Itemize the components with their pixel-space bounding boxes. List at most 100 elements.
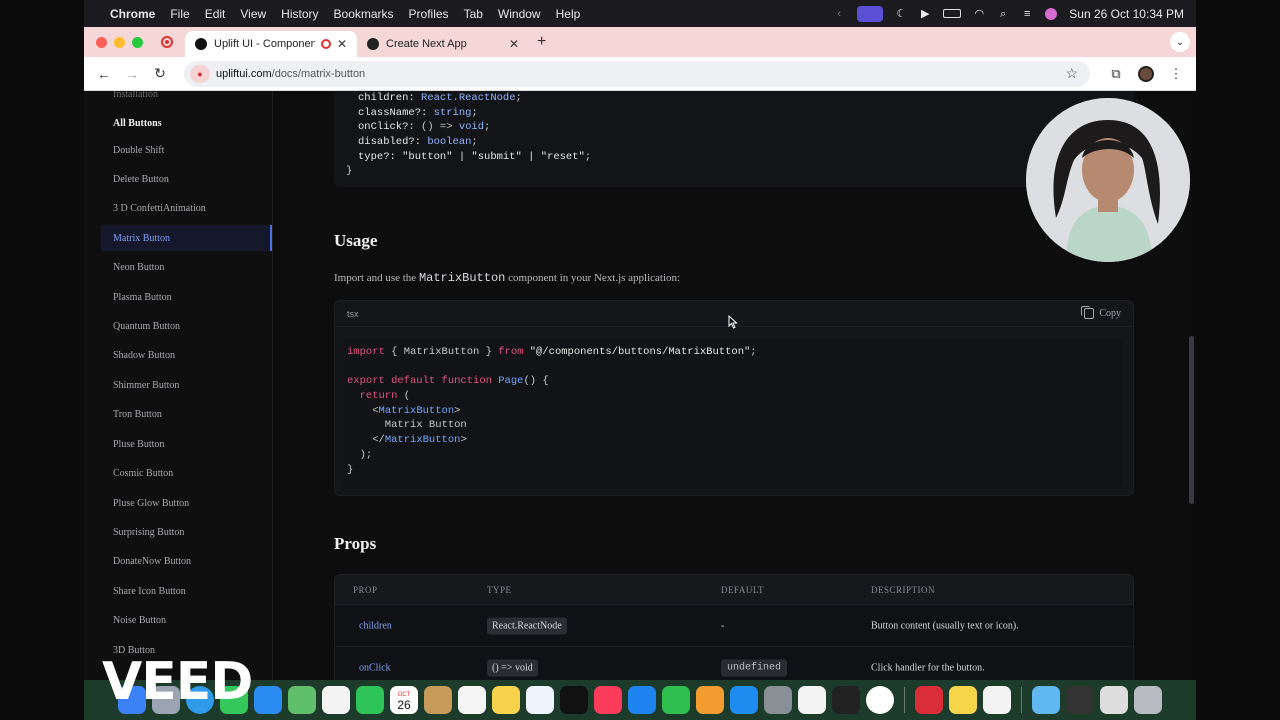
menu-edit[interactable]: Edit — [205, 7, 226, 21]
chevron-left-icon[interactable]: ‹ — [833, 8, 845, 20]
code-token: </ — [347, 434, 385, 447]
vscode-secondary-icon[interactable] — [983, 686, 1011, 714]
play-icon[interactable]: ▶ — [919, 8, 931, 20]
facetime-icon[interactable] — [356, 686, 384, 714]
recording-app-icon[interactable] — [915, 686, 943, 714]
sidebar-item-surprising-button[interactable]: Surprising Button — [101, 519, 272, 545]
numbers-icon[interactable] — [662, 686, 690, 714]
reload-button[interactable]: ↻ — [148, 62, 172, 86]
keynote-icon[interactable] — [628, 686, 656, 714]
extensions-icon[interactable]: ⧉ — [1104, 62, 1128, 86]
control-center-icon[interactable]: ≡ — [1021, 8, 1033, 20]
back-button[interactable]: ← — [92, 62, 116, 86]
menu-tab[interactable]: Tab — [464, 7, 483, 21]
tab-create-next-app[interactable]: Create Next App ✕ — [357, 31, 529, 57]
sidebar-item-pluse-button[interactable]: Pluse Button — [101, 431, 272, 457]
menu-file[interactable]: File — [170, 7, 189, 21]
code-token: ; — [471, 106, 478, 119]
tv-icon[interactable] — [560, 686, 588, 714]
sidebar-item-delete-button[interactable]: Delete Button — [101, 166, 272, 192]
notes-icon[interactable] — [492, 686, 520, 714]
chrome-icon[interactable] — [866, 686, 894, 714]
menu-history[interactable]: History — [281, 7, 318, 21]
sidebar-item-share-icon-button[interactable]: Share Icon Button — [101, 578, 272, 604]
code-line: <MatrixButton> — [347, 404, 1119, 419]
mail-icon[interactable] — [254, 686, 282, 714]
code-token: className?: — [358, 106, 434, 119]
siri-icon[interactable] — [1045, 7, 1058, 20]
code-token: string — [433, 106, 472, 119]
system-settings-icon[interactable] — [764, 686, 792, 714]
interface-code-lines: children: React.ReactNode; className?: st… — [346, 91, 1122, 179]
pages-icon[interactable] — [696, 686, 724, 714]
copy-button[interactable]: Copy — [1081, 306, 1121, 319]
menu-help[interactable]: Help — [556, 7, 581, 21]
bookmark-star-icon[interactable]: ☆ — [1065, 65, 1078, 82]
close-tab-icon[interactable]: ✕ — [509, 37, 519, 51]
sidebar-item-matrix-button[interactable]: Matrix Button — [101, 225, 272, 251]
app-store-icon[interactable] — [730, 686, 758, 714]
address-bar[interactable]: ● upliftui.com/docs/matrix-button ☆ — [184, 60, 1090, 87]
profile-avatar[interactable] — [1134, 62, 1158, 86]
sidebar-item-cosmic-button[interactable]: Cosmic Button — [101, 460, 272, 486]
sidebar-item-confetti-animation[interactable]: 3 D ConfettiAnimation — [101, 195, 272, 221]
code-token: } — [346, 165, 353, 178]
sidebar-item-installation[interactable]: Installation — [101, 91, 272, 107]
sidebar-item-shimmer-button[interactable]: Shimmer Button — [101, 372, 272, 398]
trash-icon[interactable] — [1134, 686, 1162, 714]
browser-tab-bar: Uplift UI - Component Lib ✕ Create Next … — [84, 27, 1196, 57]
tab-uplift-ui[interactable]: Uplift UI - Component Lib ✕ — [185, 31, 357, 57]
sidebar-item-quantum-button[interactable]: Quantum Button — [101, 313, 272, 339]
tab-search-chevron-icon[interactable]: ⌄ — [1170, 32, 1190, 52]
sidebar-item-pluse-glow-button[interactable]: Pluse Glow Button — [101, 490, 272, 516]
menu-view[interactable]: View — [240, 7, 266, 21]
vscode-icon[interactable] — [798, 686, 826, 714]
zoom-window-button[interactable] — [132, 36, 143, 48]
music-icon[interactable] — [594, 686, 622, 714]
photos-icon[interactable] — [322, 686, 350, 714]
folder-icon[interactable] — [1032, 686, 1060, 714]
prop-name: children — [359, 620, 392, 631]
screen-record-icon[interactable] — [857, 5, 884, 22]
copy-icon — [1081, 306, 1095, 319]
maps-icon[interactable] — [288, 686, 316, 714]
forward-button[interactable]: → — [120, 62, 144, 86]
menu-window[interactable]: Window — [498, 7, 541, 21]
reminders-icon[interactable] — [458, 686, 486, 714]
sidebar-item-neon-button[interactable]: Neon Button — [101, 254, 272, 280]
tips-icon[interactable] — [949, 686, 977, 714]
menu-clock[interactable]: Sun 26 Oct 10:34 PM — [1069, 7, 1184, 21]
battery-icon[interactable] — [943, 9, 962, 18]
sidebar-item-tron-button[interactable]: Tron Button — [101, 401, 272, 427]
sidebar-item-plasma-button[interactable]: Plasma Button — [101, 284, 272, 310]
calendar-icon[interactable]: OCT 26 — [390, 686, 418, 714]
code-token: "button" | "submit" | "reset" — [402, 150, 585, 163]
calendar-day: 26 — [397, 698, 411, 712]
wifi-icon[interactable]: ◠ — [973, 8, 985, 20]
menu-profiles[interactable]: Profiles — [409, 7, 449, 21]
close-tab-icon[interactable]: ✕ — [337, 37, 347, 51]
site-info-icon[interactable]: ● — [190, 64, 210, 83]
usage-code-body[interactable]: import { MatrixButton } from "@/componen… — [343, 339, 1123, 487]
sidebar-item-shadow-button[interactable]: Shadow Button — [101, 342, 272, 368]
search-icon[interactable]: ⌕ — [997, 8, 1009, 20]
usage-code-lines: import { MatrixButton } from "@/componen… — [347, 345, 1119, 477]
prop-default: - — [721, 620, 725, 631]
sidebar-item-noise-button[interactable]: Noise Button — [101, 607, 272, 633]
downloads-stack-icon[interactable] — [1066, 686, 1094, 714]
screenshot-stack-icon[interactable] — [1100, 686, 1128, 714]
sidebar-item-double-shift[interactable]: Double Shift — [101, 137, 272, 163]
more-menu-icon[interactable]: ⋮ — [1164, 62, 1188, 86]
sidebar-item-donatenow-button[interactable]: DonateNow Button — [101, 548, 272, 574]
page-scrollbar[interactable] — [1189, 336, 1194, 504]
menu-bookmarks[interactable]: Bookmarks — [334, 7, 394, 21]
new-tab-button[interactable]: + — [537, 33, 546, 51]
freeform-icon[interactable] — [526, 686, 554, 714]
minimize-window-button[interactable] — [114, 36, 125, 48]
close-window-button[interactable] — [96, 36, 107, 48]
menu-app-name[interactable]: Chrome — [110, 7, 155, 21]
contacts-icon[interactable] — [424, 686, 452, 714]
moon-icon[interactable]: ☾ — [895, 8, 907, 20]
terminal-icon[interactable] — [832, 686, 860, 714]
